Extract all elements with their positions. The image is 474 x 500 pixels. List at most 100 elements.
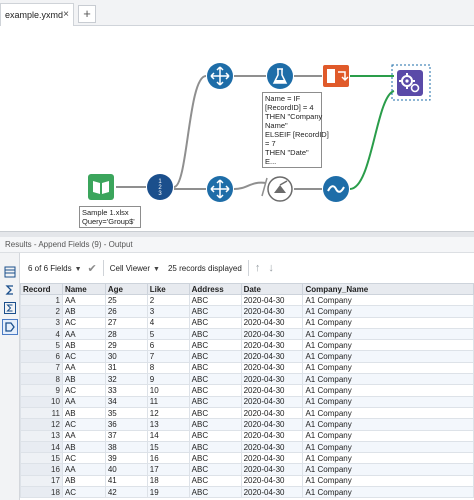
table-cell[interactable]: 9 <box>146 373 190 386</box>
table-cell[interactable]: 26 <box>104 305 148 318</box>
arrow-up-icon[interactable]: ↑ <box>255 262 261 274</box>
table-row[interactable]: 3 AC 27 4 ABC 2020-04-30 A1 Company <box>20 316 474 329</box>
column-header[interactable]: Record <box>20 283 63 295</box>
record-number-cell[interactable]: 10 <box>20 395 63 408</box>
table-cell[interactable]: 2 <box>146 293 190 307</box>
table-cell[interactable]: 2020-04-30 <box>240 429 304 442</box>
column-header[interactable]: Company_Name <box>302 283 474 295</box>
table-row[interactable]: 15 AC 39 16 ABC 2020-04-30 A1 Company <box>20 452 474 465</box>
table-cell[interactable]: ABC <box>188 463 242 476</box>
column-header[interactable]: Age <box>104 283 148 295</box>
record-number-cell[interactable]: 9 <box>20 384 63 397</box>
table-cell[interactable]: 2020-04-30 <box>240 327 304 341</box>
table-cell[interactable]: AA <box>61 395 106 408</box>
table-cell[interactable]: 36 <box>104 418 148 431</box>
table-cell[interactable]: 38 <box>104 440 148 454</box>
table-cell[interactable]: 31 <box>104 361 148 375</box>
table-cell[interactable]: ABC <box>188 429 242 442</box>
table-cell[interactable]: A1 Company <box>302 418 474 431</box>
record-number-cell[interactable]: 1 <box>20 293 63 307</box>
record-number-cell[interactable]: 16 <box>20 463 63 476</box>
append-fields-icon[interactable] <box>267 176 293 202</box>
table-cell[interactable]: A1 Company <box>302 327 474 341</box>
table-cell[interactable]: ABC <box>188 395 242 408</box>
table-cell[interactable]: ABC <box>188 440 242 454</box>
table-cell[interactable]: AB <box>61 406 106 420</box>
table-cell[interactable]: ABC <box>188 305 242 318</box>
table-cell[interactable]: 33 <box>104 384 148 397</box>
table-cell[interactable]: ABC <box>188 452 242 465</box>
table-cell[interactable]: 2020-04-30 <box>240 486 304 499</box>
record-number-cell[interactable]: 18 <box>20 486 63 499</box>
table-cell[interactable]: 28 <box>104 327 148 341</box>
table-cell[interactable]: 2020-04-30 <box>240 406 304 420</box>
table-row[interactable]: 9 AC 33 10 ABC 2020-04-30 A1 Company <box>20 384 474 397</box>
input-data-book-icon[interactable] <box>88 174 114 200</box>
table-cell[interactable]: A1 Company <box>302 395 474 408</box>
table-cell[interactable]: A1 Company <box>302 463 474 476</box>
tag-icon[interactable] <box>2 319 18 335</box>
table-cell[interactable]: 7 <box>146 350 190 363</box>
record-number-cell[interactable]: 3 <box>20 316 63 329</box>
table-cell[interactable]: 3 <box>146 305 190 318</box>
table-row[interactable]: 2 AB 26 3 ABC 2020-04-30 A1 Company <box>20 305 474 318</box>
record-number-cell[interactable]: 15 <box>20 452 63 465</box>
table-cell[interactable]: A1 Company <box>302 429 474 442</box>
table-cell[interactable]: 16 <box>146 452 190 465</box>
table-cell[interactable]: 2020-04-30 <box>240 452 304 465</box>
column-header[interactable]: Name <box>61 283 106 295</box>
table-cell[interactable]: AC <box>61 384 106 397</box>
record-number-cell[interactable]: 12 <box>20 418 63 431</box>
table-row[interactable]: 12 AC 36 13 ABC 2020-04-30 A1 Company <box>20 418 474 431</box>
table-cell[interactable]: 34 <box>104 395 148 408</box>
table-cell[interactable]: ABC <box>188 474 242 488</box>
table-cell[interactable]: ABC <box>188 361 242 375</box>
table-cell[interactable]: 32 <box>104 373 148 386</box>
table-cell[interactable]: 2020-04-30 <box>240 305 304 318</box>
table-cell[interactable]: AB <box>61 373 106 386</box>
table-cell[interactable]: AC <box>61 452 106 465</box>
table-cell[interactable]: AC <box>61 418 106 431</box>
record-id-icon[interactable]: 1 2 3 <box>147 174 173 200</box>
table-cell[interactable]: A1 Company <box>302 406 474 420</box>
table-cell[interactable]: ABC <box>188 339 242 352</box>
table-cell[interactable]: 12 <box>146 406 190 420</box>
table-cell[interactable]: 17 <box>146 463 190 476</box>
table-cell[interactable]: AA <box>61 463 106 476</box>
table-cell[interactable]: A1 Company <box>302 373 474 386</box>
table-cell[interactable]: 2020-04-30 <box>240 440 304 454</box>
table-cell[interactable]: A1 Company <box>302 339 474 352</box>
table-cell[interactable]: A1 Company <box>302 316 474 329</box>
table-row[interactable]: 7 AA 31 8 ABC 2020-04-30 A1 Company <box>20 361 474 375</box>
table-cell[interactable]: AA <box>61 293 106 307</box>
table-cell[interactable]: AB <box>61 474 106 488</box>
table-cell[interactable]: AA <box>61 361 106 375</box>
table-cell[interactable]: ABC <box>188 350 242 363</box>
table-cell[interactable]: ABC <box>188 418 242 431</box>
table-row[interactable]: 18 AC 42 19 ABC 2020-04-30 A1 Company <box>20 486 474 499</box>
table-cell[interactable]: ABC <box>188 384 242 397</box>
record-number-cell[interactable]: 11 <box>20 406 63 420</box>
table-cell[interactable]: 11 <box>146 395 190 408</box>
table-row[interactable]: 14 AB 38 15 ABC 2020-04-30 A1 Company <box>20 440 474 454</box>
table-cell[interactable]: 2020-04-30 <box>240 474 304 488</box>
table-cell[interactable]: 35 <box>104 406 148 420</box>
table-cell[interactable]: AC <box>61 350 106 363</box>
checkmark-icon[interactable]: ✔ <box>88 262 97 275</box>
select-arrows-icon[interactable] <box>207 176 233 202</box>
table-cell[interactable]: 27 <box>104 316 148 329</box>
table-cell[interactable]: A1 Company <box>302 452 474 465</box>
record-number-cell[interactable]: 5 <box>20 339 63 352</box>
multi-field-icon[interactable] <box>323 176 349 202</box>
table-cell[interactable]: 2020-04-30 <box>240 373 304 386</box>
table-cell[interactable]: A1 Company <box>302 384 474 397</box>
table-row[interactable]: 16 AA 40 17 ABC 2020-04-30 A1 Company <box>20 463 474 476</box>
table-cell[interactable]: 15 <box>146 440 190 454</box>
table-cell[interactable]: 30 <box>104 350 148 363</box>
table-cell[interactable]: AB <box>61 305 106 318</box>
table-cell[interactable]: AA <box>61 327 106 341</box>
gears-macro-icon[interactable] <box>397 70 423 96</box>
table-cell[interactable]: A1 Company <box>302 440 474 454</box>
table-view-icon[interactable] <box>2 264 18 280</box>
close-icon[interactable]: × <box>63 9 69 20</box>
